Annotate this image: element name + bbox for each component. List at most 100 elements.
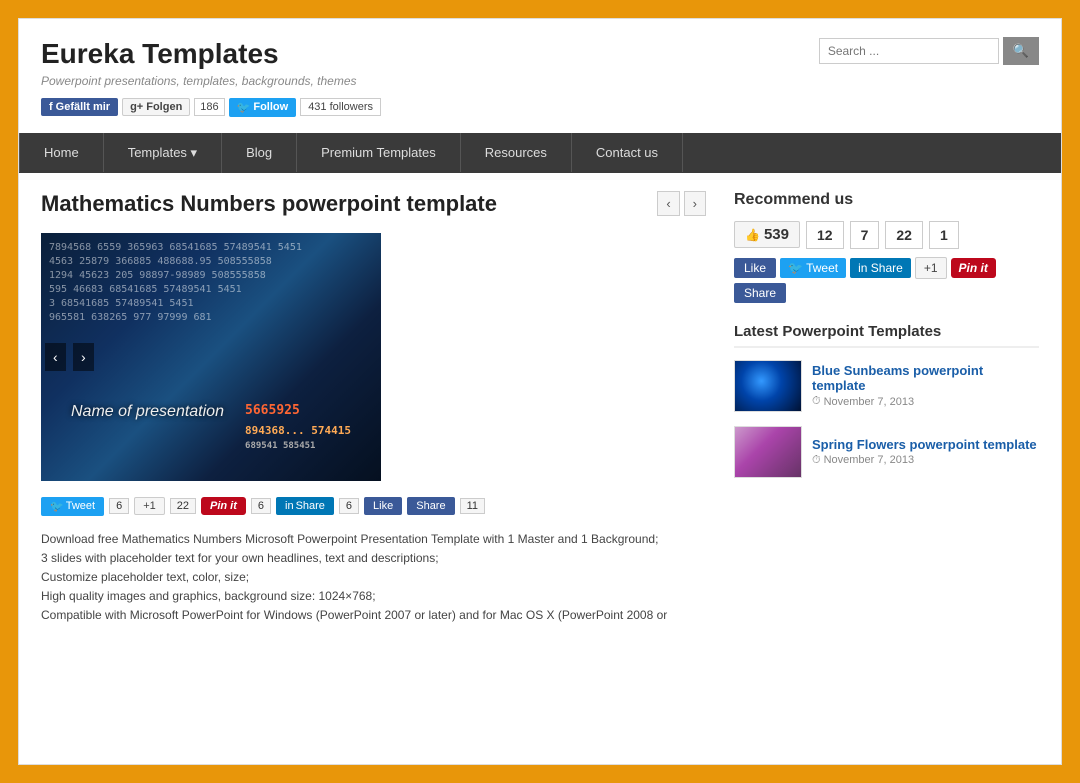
- gplus-share-label: +1: [143, 500, 156, 512]
- slide-name-overlay: Name of presentation: [71, 403, 224, 421]
- gplus-icon: g+: [130, 101, 143, 113]
- pinterest-label: Pin it: [210, 500, 237, 512]
- social-share-row: 🐦 Tweet 6 +1 22 Pin it 6 in Share 6: [41, 497, 706, 516]
- desc-line-4: High quality images and graphics, backgr…: [41, 587, 706, 606]
- sidebar-gplus[interactable]: +1: [915, 257, 947, 279]
- social-stats: 👍 539 12 7 22 1: [734, 221, 1039, 249]
- twitter-followers: 431 followers: [300, 98, 381, 116]
- page-title-row: Mathematics Numbers powerpoint template …: [41, 191, 706, 217]
- pinterest-share-button[interactable]: Pin it: [201, 497, 246, 515]
- main-content: Mathematics Numbers powerpoint template …: [41, 191, 706, 626]
- stat-li: 22: [885, 221, 923, 249]
- tweet-share-button[interactable]: 🐦 Tweet: [41, 497, 104, 516]
- stat-tweet: 12: [806, 221, 844, 249]
- desc-line-1: Download free Mathematics Numbers Micros…: [41, 530, 706, 549]
- social-buttons: f Gefällt mir g+ Folgen 186 🐦 Follow 431…: [41, 98, 381, 117]
- linkedin-icon: in: [285, 500, 294, 512]
- like-count: 539: [764, 226, 789, 243]
- sidebar-pinterest[interactable]: Pin it: [951, 258, 996, 278]
- fb-count: 11: [460, 498, 485, 514]
- nav: Home Templates ▾ Blog Premium Templates …: [19, 133, 1061, 173]
- fb-share-button[interactable]: Share: [407, 497, 454, 515]
- prev-next: ‹ ›: [657, 191, 706, 216]
- gplus-share-count: 22: [170, 498, 196, 514]
- gplus-share-button[interactable]: +1: [134, 497, 165, 515]
- twitter-icon: 🐦: [237, 101, 251, 114]
- page-title: Mathematics Numbers powerpoint template: [41, 191, 497, 217]
- pin-count: 6: [251, 498, 271, 514]
- sidebar-twitter-icon: 🐦: [788, 261, 803, 275]
- like-box: 👍 539: [734, 221, 800, 248]
- template-thumb-0: [734, 360, 802, 412]
- nav-blog[interactable]: Blog: [222, 133, 297, 172]
- content-area: Mathematics Numbers powerpoint template …: [19, 173, 1061, 644]
- slide-prev-button[interactable]: ‹: [45, 343, 66, 371]
- template-date-text-1: November 7, 2013: [824, 454, 915, 466]
- description: Download free Mathematics Numbers Micros…: [41, 530, 706, 626]
- gplus-button[interactable]: g+ Folgen: [122, 98, 190, 116]
- slideshow-container: 7894568 6559 365963 68541685 57489541 54…: [41, 233, 381, 481]
- desc-line-5: Compatible with Microsoft PowerPoint for…: [41, 606, 706, 625]
- tweet-label: Tweet: [66, 500, 95, 512]
- fb-share-label: Share: [416, 500, 445, 512]
- twitter-share-icon: 🐦: [50, 500, 64, 513]
- nav-premium[interactable]: Premium Templates: [297, 133, 461, 172]
- facebook-label: Gefällt mir: [56, 101, 110, 113]
- template-title-1[interactable]: Spring Flowers powerpoint template: [812, 437, 1037, 452]
- twitter-button[interactable]: 🐦 Follow: [229, 98, 297, 117]
- stat-pin: 1: [929, 221, 959, 249]
- recommend-us-title: Recommend us: [734, 191, 1039, 209]
- template-date-text-0: November 7, 2013: [824, 396, 915, 408]
- search-button[interactable]: 🔍: [1003, 37, 1039, 65]
- stat-gp: 7: [850, 221, 880, 249]
- fb-like-share-button[interactable]: Like: [364, 497, 402, 515]
- slide-highlight: 5665925 894368... 574415 689541 585451: [245, 403, 351, 451]
- fb-like-share-row: Like 🐦 Tweet in Share +1 Pin it: [734, 257, 1039, 279]
- sidebar-fb-share[interactable]: Share: [734, 283, 786, 303]
- next-button[interactable]: ›: [684, 191, 706, 216]
- clock-icon-0: ⏱: [812, 395, 821, 408]
- nav-templates[interactable]: Templates ▾: [104, 133, 222, 173]
- tweet-count: 6: [109, 498, 129, 514]
- template-info-0: Blue Sunbeams powerpoint template ⏱ Nove…: [812, 363, 1039, 408]
- thumbs-up-icon: 👍: [745, 228, 760, 242]
- desc-line-3: Customize placeholder text, color, size;: [41, 568, 706, 587]
- sidebar: Recommend us 👍 539 12 7 22 1 Like 🐦 Twee…: [734, 191, 1039, 626]
- search-area: 🔍: [819, 37, 1039, 65]
- linkedin-count: 6: [339, 498, 359, 514]
- facebook-button[interactable]: f Gefällt mir: [41, 98, 118, 116]
- linkedin-label: Share: [296, 500, 325, 512]
- thumb-blue-image: [735, 361, 801, 411]
- sidebar-fb-like[interactable]: Like: [734, 258, 776, 278]
- twitter-label: Follow: [253, 101, 288, 113]
- linkedin-share-button[interactable]: in Share: [276, 497, 334, 515]
- sidebar-li-icon: in: [858, 261, 867, 275]
- outer-wrapper: Eureka Templates Powerpoint presentation…: [18, 18, 1062, 765]
- nav-home[interactable]: Home: [19, 133, 104, 172]
- gplus-label: Folgen: [146, 101, 182, 113]
- header: Eureka Templates Powerpoint presentation…: [19, 19, 1061, 127]
- prev-button[interactable]: ‹: [657, 191, 679, 216]
- thumb-pink-image: [735, 427, 801, 477]
- sidebar-tweet-label: Tweet: [806, 261, 838, 275]
- site-title: Eureka Templates: [41, 37, 381, 71]
- header-left: Eureka Templates Powerpoint presentation…: [41, 37, 381, 117]
- sidebar-linkedin[interactable]: in Share: [850, 258, 911, 278]
- fb-like-label: Like: [373, 500, 393, 512]
- nav-contact[interactable]: Contact us: [572, 133, 683, 172]
- slide-next-button[interactable]: ›: [73, 343, 94, 371]
- site-tagline: Powerpoint presentations, templates, bac…: [41, 74, 381, 88]
- template-item-1: Spring Flowers powerpoint template ⏱ Nov…: [734, 426, 1039, 478]
- sidebar-tweet[interactable]: 🐦 Tweet: [780, 258, 846, 278]
- search-input[interactable]: [819, 38, 999, 64]
- gplus-count: 186: [194, 98, 224, 116]
- template-title-0[interactable]: Blue Sunbeams powerpoint template: [812, 363, 1039, 393]
- latest-templates-title: Latest Powerpoint Templates: [734, 323, 1039, 348]
- template-thumb-1: [734, 426, 802, 478]
- clock-icon-1: ⏱: [812, 454, 821, 467]
- template-info-1: Spring Flowers powerpoint template ⏱ Nov…: [812, 437, 1037, 467]
- facebook-icon: f: [49, 101, 53, 113]
- template-date-1: ⏱ November 7, 2013: [812, 454, 1037, 467]
- nav-resources[interactable]: Resources: [461, 133, 572, 172]
- desc-line-2: 3 slides with placeholder text for your …: [41, 549, 706, 568]
